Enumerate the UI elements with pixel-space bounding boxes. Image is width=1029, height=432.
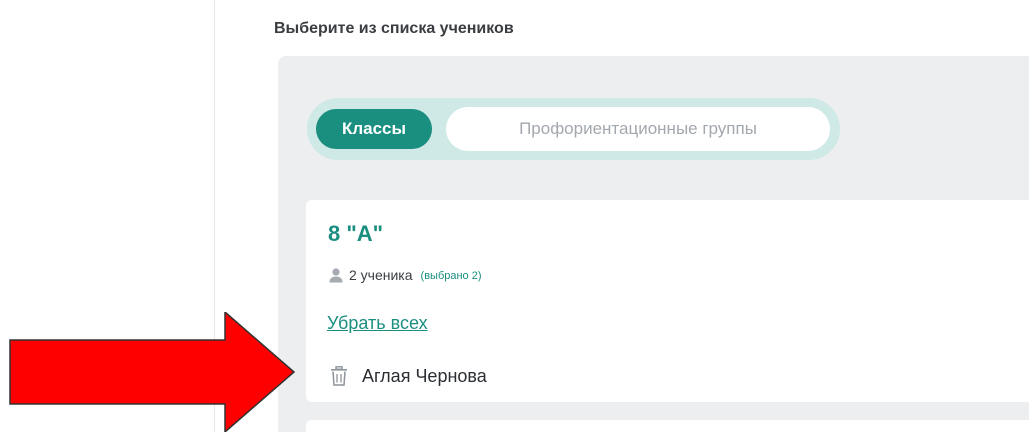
page: Выберите из списка учеников Классы Профо… bbox=[0, 0, 1029, 432]
tab-career-groups[interactable]: Профориентационные группы bbox=[446, 107, 830, 151]
selected-count: (выбрано 2) bbox=[420, 270, 482, 282]
class-name[interactable]: 8 "А" bbox=[328, 221, 383, 247]
person-icon bbox=[328, 267, 344, 283]
student-count-row: 2 ученика (выбрано 2) bbox=[328, 265, 482, 285]
class-card-next bbox=[306, 420, 1029, 432]
tab-classes[interactable]: Классы bbox=[316, 109, 432, 149]
section-title: Выберите из списка учеников bbox=[274, 20, 514, 37]
student-count: 2 ученика bbox=[349, 267, 413, 283]
red-arrow-annotation bbox=[9, 312, 296, 432]
student-name: Аглая Чернова bbox=[362, 365, 487, 386]
trash-icon[interactable] bbox=[330, 366, 348, 386]
remove-all-link[interactable]: Убрать всех bbox=[327, 313, 428, 334]
student-item: Аглая Чернова bbox=[330, 364, 487, 388]
